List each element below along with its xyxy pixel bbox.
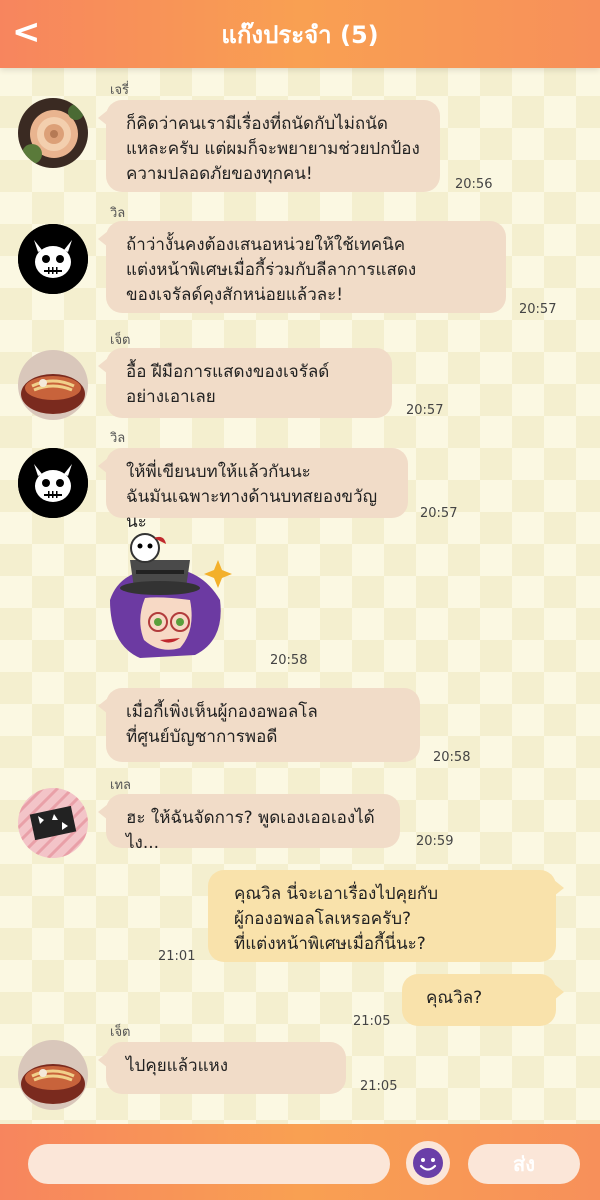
chibi-sticker <box>100 530 250 670</box>
message-line: ที่แต่งหน้าพิเศษเมื่อกี้นี่นะ? <box>234 934 426 954</box>
back-icon[interactable]: < <box>12 12 42 52</box>
noodle-avatar[interactable] <box>18 1040 88 1110</box>
message-line: ฮะ ให้ฉันจัดการ? พูดเองเออเองได้ไง... <box>126 808 375 853</box>
tel-avatar[interactable] <box>18 788 88 858</box>
message-time: 20:58 <box>270 653 308 668</box>
sender-name: วิล <box>110 206 126 221</box>
message-line: อย่างเอาเลย <box>126 387 216 407</box>
message-time: 21:05 <box>353 1014 391 1029</box>
message-input[interactable] <box>28 1144 390 1184</box>
message-bubble: ไปคุยแล้วแหง <box>98 1042 346 1094</box>
message-bubble: อื้อ ฝีมือการแสดงของเจรัลด์ อย่างเอาเลย <box>98 348 392 418</box>
message-line: ของเจรัลด์คุงสักหน่อยแล้วละ! <box>126 285 344 305</box>
message-time: 20:56 <box>455 177 493 192</box>
message-line: ฉันมันเฉพาะทางด้านบทสยองขวัญนะ <box>126 487 378 532</box>
message-time: 20:57 <box>420 506 458 521</box>
message-time: 20:58 <box>433 750 471 765</box>
message-line: ก็คิดว่าคนเรามีเรื่องที่ถนัดกับไม่ถนัด <box>126 114 388 134</box>
message-line: ผู้กองอพอลโลเหรอครับ? <box>234 909 412 929</box>
message-time: 20:59 <box>416 834 454 849</box>
sender-name: วิล <box>110 431 126 446</box>
chat-title: แก๊งประจำ (5) <box>221 21 379 49</box>
sender-name: เทล <box>110 778 131 793</box>
noodle-avatar[interactable] <box>18 350 88 420</box>
smiley-icon <box>413 1148 443 1178</box>
message-time: 21:01 <box>158 949 196 964</box>
send-button[interactable]: ส่ง <box>468 1144 580 1184</box>
sender-name: เจ็ต <box>110 333 131 348</box>
message-bubble: ก็คิดว่าคนเรามีเรื่องที่ถนัดกับไม่ถนัด แ… <box>98 100 440 192</box>
message-line: ไปคุยแล้วแหง <box>126 1056 229 1076</box>
message-bubble: คุณวิล นี่จะเอาเรื่องไปคุยกับ ผู้กองอพอล… <box>208 870 564 962</box>
message-line: เมื่อกี้เพิ่งเห็นผู้กองอพอลโล <box>126 702 318 722</box>
message-bubble: ถ้าว่างั้นคงต้องเสนอหน่วยให้ใช้เทคนิค แต… <box>98 221 506 313</box>
message-line: คุณวิล? <box>426 988 483 1008</box>
message-line: ความปลอดภัยของทุกคน! <box>126 164 313 184</box>
sender-name: เจ็ต <box>110 1025 131 1040</box>
message-line: ที่ศูนย์บัญชาการพอดี <box>126 727 278 747</box>
message-line: ถ้าว่างั้นคงต้องเสนอหน่วยให้ใช้เทคนิค <box>126 235 406 255</box>
message-time: 20:57 <box>519 302 557 317</box>
message-bubble: เมื่อกี้เพิ่งเห็นผู้กองอพอลโล ที่ศูนย์บั… <box>98 688 420 762</box>
chat-header: < แก๊งประจำ (5) <box>0 0 600 68</box>
sender-name: เจรี่ <box>110 83 130 98</box>
emoji-button[interactable] <box>406 1141 450 1185</box>
message-line: คุณวิล นี่จะเอาเรื่องไปคุยกับ <box>234 884 438 904</box>
message-line: ให้พี่เขียนบทให้แล้วกันนะ <box>126 462 311 482</box>
skull-avatar[interactable] <box>18 224 88 294</box>
message-bubble: ฮะ ให้ฉันจัดการ? พูดเองเออเองได้ไง... <box>98 794 400 853</box>
message-bubble: ให้พี่เขียนบทให้แล้วกันนะ ฉันมันเฉพาะทาง… <box>98 448 408 532</box>
skull-avatar[interactable] <box>18 448 88 518</box>
message-time: 21:05 <box>360 1079 398 1094</box>
message-line: แหละครับ แต่ผมก็จะพยายามช่วยปกป้อง <box>126 139 420 159</box>
message-bubble: คุณวิล? <box>402 974 564 1026</box>
message-line: อื้อ ฝีมือการแสดงของเจรัลด์ <box>126 362 330 382</box>
chat-footer: ส่ง <box>0 1124 600 1200</box>
message-line: แต่งหน้าพิเศษเมื่อกี้ร่วมกับลีลาการแสดง <box>126 260 417 280</box>
rose-avatar[interactable] <box>18 98 88 168</box>
message-time: 20:57 <box>406 403 444 418</box>
